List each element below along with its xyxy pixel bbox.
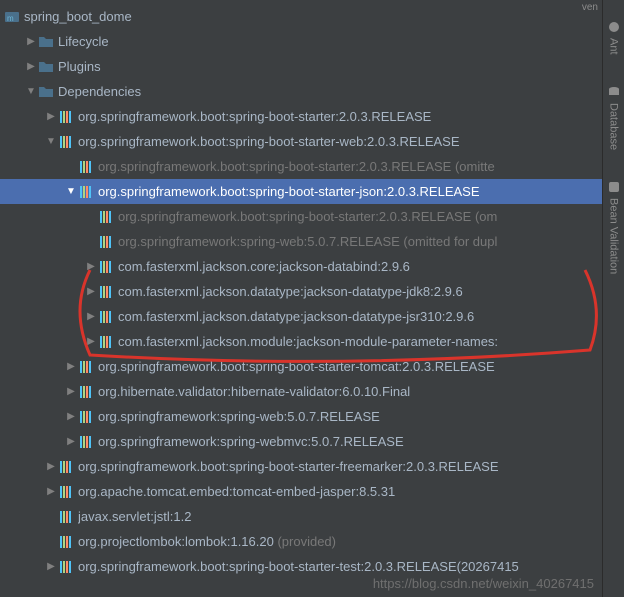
dependency-label: org.springframework.boot:spring-boot-sta… [78, 459, 499, 474]
dependency-label: org.springframework.boot:spring-boot-sta… [78, 134, 460, 149]
library-icon [78, 434, 94, 450]
library-icon [98, 309, 114, 325]
dependency-label: com.fasterxml.jackson.datatype:jackson-d… [118, 309, 474, 324]
project-root[interactable]: m spring_boot_dome [0, 4, 624, 29]
library-icon [78, 409, 94, 425]
dependency-item[interactable]: ▼ org.springframework.boot:spring-boot-s… [0, 129, 624, 154]
tree-label: Lifecycle [58, 34, 109, 49]
dependency-label: com.fasterxml.jackson.core:jackson-datab… [118, 259, 410, 274]
tool-label: Bean Validation [608, 198, 620, 274]
dependency-label: org.apache.tomcat.embed:tomcat-embed-jas… [78, 484, 395, 499]
chevron-right-icon[interactable]: ▶ [64, 385, 78, 399]
dependency-label: org.springframework:spring-web:5.0.7.REL… [98, 409, 380, 424]
library-icon [58, 134, 74, 150]
library-icon [98, 259, 114, 275]
dependency-label: org.springframework.boot:spring-boot-sta… [98, 359, 495, 374]
dependency-item[interactable]: ▶ org.springframework.boot:spring-boot-s… [0, 154, 624, 179]
tool-label: Database [608, 103, 620, 150]
dependency-item[interactable]: ▶ com.fasterxml.jackson.module:jackson-m… [0, 329, 624, 354]
dependency-item[interactable]: ▶ org.apache.tomcat.embed:tomcat-embed-j… [0, 479, 624, 504]
chevron-right-icon[interactable]: ▶ [84, 285, 98, 299]
library-icon [78, 184, 94, 200]
library-icon [58, 109, 74, 125]
library-icon [58, 484, 74, 500]
dependency-label: org.hibernate.validator:hibernate-valida… [98, 384, 410, 399]
library-icon [78, 384, 94, 400]
dependency-label: org.springframework.boot:spring-boot-sta… [118, 209, 497, 224]
chevron-down-icon[interactable]: ▼ [44, 135, 58, 149]
chevron-right-icon[interactable]: ▶ [64, 360, 78, 374]
chevron-right-icon[interactable]: ▶ [24, 60, 38, 74]
dependency-item[interactable]: ▶ org.hibernate.validator:hibernate-vali… [0, 379, 624, 404]
library-icon [58, 559, 74, 575]
tree-item[interactable]: ▶ Lifecycle [0, 29, 624, 54]
library-icon [58, 459, 74, 475]
project-label: spring_boot_dome [24, 9, 132, 24]
dependency-item[interactable]: ▶ org.springframework:spring-webmvc:5.0.… [0, 429, 624, 454]
library-icon [98, 284, 114, 300]
chevron-right-icon[interactable]: ▶ [64, 435, 78, 449]
dependency-label: com.fasterxml.jackson.module:jackson-mod… [118, 334, 498, 349]
right-toolbar: Ant Database Bean Validation [602, 0, 624, 597]
dependency-item[interactable]: ▶ org.springframework:spring-web:5.0.7.R… [0, 229, 624, 254]
dependency-item[interactable]: ▶ com.fasterxml.jackson.datatype:jackson… [0, 304, 624, 329]
dependency-label: org.springframework:spring-web:5.0.7.REL… [118, 234, 497, 249]
dependency-label: org.springframework.boot:spring-boot-sta… [78, 109, 431, 124]
dependency-item[interactable]: ▶ com.fasterxml.jackson.core:jackson-dat… [0, 254, 624, 279]
chevron-right-icon[interactable]: ▶ [44, 485, 58, 499]
ant-icon [607, 20, 621, 34]
chevron-right-icon[interactable]: ▶ [44, 110, 58, 124]
dependency-label: org.springframework:spring-webmvc:5.0.7.… [98, 434, 404, 449]
dependency-item[interactable]: ▶ org.springframework.boot:spring-boot-s… [0, 354, 624, 379]
bean-icon [607, 180, 621, 194]
dependency-item[interactable]: ▶ javax.servlet:jstl:1.2 [0, 504, 624, 529]
library-icon [98, 234, 114, 250]
tool-ant[interactable]: Ant [607, 20, 621, 55]
dependency-item[interactable]: ▶ org.springframework.boot:spring-boot-s… [0, 454, 624, 479]
chevron-right-icon[interactable]: ▶ [44, 560, 58, 574]
chevron-down-icon[interactable]: ▼ [64, 185, 78, 199]
library-icon [58, 534, 74, 550]
library-icon [98, 209, 114, 225]
watermark: https://blog.csdn.net/weixin_40267415 [373, 576, 594, 591]
dependency-tree: m spring_boot_dome ▶ Lifecycle ▶ Plugins… [0, 0, 624, 583]
folder-icon [38, 84, 54, 100]
database-icon [607, 85, 621, 99]
library-icon [78, 359, 94, 375]
dependency-label: org.springframework.boot:spring-boot-sta… [98, 159, 495, 174]
chevron-right-icon[interactable]: ▶ [44, 460, 58, 474]
dependency-item-selected[interactable]: ▼ org.springframework.boot:spring-boot-s… [0, 179, 624, 204]
dependency-item[interactable]: ▶ org.springframework.boot:spring-boot-s… [0, 204, 624, 229]
chevron-right-icon[interactable]: ▶ [84, 310, 98, 324]
library-icon [98, 334, 114, 350]
dependency-label: javax.servlet:jstl:1.2 [78, 509, 191, 524]
tree-item[interactable]: ▼ Dependencies [0, 79, 624, 104]
chevron-right-icon[interactable]: ▶ [24, 35, 38, 49]
dependency-item[interactable]: ▶ com.fasterxml.jackson.datatype:jackson… [0, 279, 624, 304]
tool-database[interactable]: Database [607, 85, 621, 150]
dependency-item[interactable]: ▶ org.springframework.boot:spring-boot-s… [0, 104, 624, 129]
top-tab[interactable]: ven [578, 0, 602, 15]
chevron-right-icon[interactable]: ▶ [84, 335, 98, 349]
tool-label: Ant [608, 38, 620, 55]
svg-text:m: m [7, 14, 14, 23]
dependency-label: org.projectlombok:lombok:1.16.20 (provid… [78, 534, 336, 549]
dependency-label: org.springframework.boot:spring-boot-sta… [78, 559, 519, 574]
chevron-right-icon[interactable]: ▶ [64, 410, 78, 424]
dependency-label: org.springframework.boot:spring-boot-sta… [98, 184, 480, 199]
tree-label: Plugins [58, 59, 101, 74]
chevron-right-icon[interactable]: ▶ [84, 260, 98, 274]
library-icon [78, 159, 94, 175]
library-icon [58, 509, 74, 525]
dependency-label: com.fasterxml.jackson.datatype:jackson-d… [118, 284, 463, 299]
dependency-item[interactable]: ▶ org.springframework:spring-web:5.0.7.R… [0, 404, 624, 429]
project-icon: m [4, 9, 20, 25]
tree-label: Dependencies [58, 84, 141, 99]
tree-item[interactable]: ▶ Plugins [0, 54, 624, 79]
dependency-item[interactable]: ▶ org.projectlombok:lombok:1.16.20 (prov… [0, 529, 624, 554]
folder-icon [38, 59, 54, 75]
folder-icon [38, 34, 54, 50]
chevron-down-icon[interactable]: ▼ [24, 85, 38, 99]
tool-bean-validation[interactable]: Bean Validation [607, 180, 621, 274]
